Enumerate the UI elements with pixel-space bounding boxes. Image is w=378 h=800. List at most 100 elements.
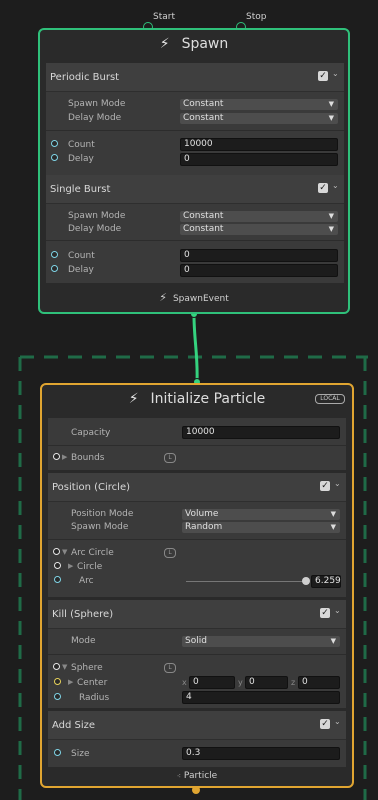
add-size-block: Add Size ✓ ⌄ Size 0.3 (48, 711, 346, 767)
size-label: Size (71, 749, 90, 759)
single-count-label: Count (68, 251, 95, 261)
sphere-label: Sphere (71, 663, 103, 673)
init-title: Initialize Particle (150, 391, 266, 407)
dropdown-value: Constant (183, 99, 224, 109)
periodic-delay-mode-dropdown[interactable]: Constant ▼ (180, 113, 338, 124)
spawn-stop-label: Stop (246, 12, 267, 22)
delay-input-port[interactable] (51, 154, 58, 161)
center-y-field[interactable]: 0 (245, 676, 288, 689)
dropdown-value: Constant (183, 113, 224, 123)
local-space-icon[interactable]: L (164, 663, 176, 673)
init-title-row: ⚡ Initialize Particle (42, 391, 352, 407)
radius-field[interactable]: 4 (182, 691, 340, 704)
divider (48, 445, 346, 446)
periodic-count-label: Count (68, 140, 95, 150)
add-size-enable-checkbox[interactable]: ✓ (320, 719, 330, 729)
arc-circle-input-port[interactable] (53, 548, 60, 555)
local-space-icon[interactable]: L (164, 453, 176, 463)
periodic-burst-title: Periodic Burst (50, 72, 120, 83)
single-spawn-mode-label: Spawn Mode (68, 211, 126, 221)
bolt-icon: ⚡ (128, 391, 139, 407)
collapse-arrow-icon[interactable]: ▼ (62, 663, 67, 671)
divider (46, 240, 344, 241)
periodic-burst-enable-checkbox[interactable]: ✓ (318, 71, 328, 81)
capacity-label: Capacity (71, 428, 111, 438)
chevron-down-icon[interactable]: ⌄ (334, 606, 341, 615)
arc-circle-label: Arc Circle (71, 548, 114, 558)
single-burst-header[interactable]: Single Burst ✓ ⌄ (46, 175, 344, 204)
single-delay-mode-dropdown[interactable]: Constant ▼ (180, 224, 338, 235)
count-input-port[interactable] (51, 140, 58, 147)
periodic-spawn-mode-dropdown[interactable]: Constant ▼ (180, 99, 338, 110)
center-z-field[interactable]: 0 (298, 676, 340, 689)
bolt-icon: ⚡ (159, 291, 167, 304)
spawn-title-row: ⚡ Spawn (40, 36, 348, 52)
position-mode-dropdown[interactable]: Volume ▼ (182, 509, 340, 520)
single-count-field[interactable]: 0 (180, 249, 338, 262)
bounds-input-port[interactable] (53, 453, 60, 460)
periodic-spawn-mode-label: Spawn Mode (68, 99, 126, 109)
kill-sphere-header[interactable]: Kill (Sphere) ✓ ⌄ (48, 600, 346, 629)
spawn-title: Spawn (181, 36, 229, 52)
expand-arrow-icon[interactable]: ▶ (62, 453, 67, 461)
local-space-icon[interactable]: L (164, 548, 176, 558)
position-spawn-mode-dropdown[interactable]: Random ▼ (182, 522, 340, 533)
kill-mode-dropdown[interactable]: Solid ▼ (182, 636, 340, 647)
position-circle-header[interactable]: Position (Circle) ✓ ⌄ (48, 473, 346, 502)
capacity-field[interactable]: 10000 (182, 426, 340, 439)
single-burst-title: Single Burst (50, 184, 111, 195)
center-x-field[interactable]: 0 (189, 676, 235, 689)
dropdown-value: Constant (183, 224, 224, 234)
chevron-down-icon[interactable]: ⌄ (332, 181, 339, 190)
chevron-down-icon[interactable]: ⌄ (332, 69, 339, 78)
single-delay-field[interactable]: 0 (180, 264, 338, 277)
arc-value-field[interactable]: 6.259 (311, 575, 341, 588)
kill-mode-label: Mode (71, 636, 96, 646)
add-size-header[interactable]: Add Size ✓ ⌄ (48, 711, 346, 740)
circle-input-port[interactable] (54, 562, 61, 569)
dropdown-arrow-icon: ▼ (330, 637, 336, 645)
spawn-node[interactable]: ⚡ Spawn Periodic Burst ✓ ⌄ Spawn Mode Con… (38, 28, 350, 314)
sphere-input-port[interactable] (53, 663, 60, 670)
size-input-port[interactable] (54, 749, 61, 756)
center-input-port[interactable] (54, 678, 61, 685)
circle-label: Circle (77, 562, 103, 572)
dropdown-value: Random (185, 522, 223, 532)
single-delay-mode-label: Delay Mode (68, 224, 122, 234)
kill-sphere-title: Kill (Sphere) (52, 609, 114, 620)
count-input-port[interactable] (51, 251, 58, 258)
dropdown-arrow-icon: ▼ (328, 212, 334, 220)
single-burst-enable-checkbox[interactable]: ✓ (318, 183, 328, 193)
periodic-count-field[interactable]: 10000 (180, 138, 338, 151)
divider (46, 130, 344, 131)
position-enable-checkbox[interactable]: ✓ (320, 481, 330, 491)
dropdown-arrow-icon: ▼ (328, 100, 334, 108)
periodic-burst-header[interactable]: Periodic Burst ✓ ⌄ (46, 63, 344, 92)
periodic-delay-mode-label: Delay Mode (68, 113, 122, 123)
bolt-icon: ⚡ (159, 36, 170, 52)
arc-slider-thumb[interactable] (301, 577, 310, 585)
expand-arrow-icon[interactable]: ▶ (68, 678, 73, 686)
size-field[interactable]: 0.3 (182, 747, 340, 760)
arc-slider-track[interactable] (186, 581, 306, 582)
arc-input-port[interactable] (54, 576, 61, 583)
kill-enable-checkbox[interactable]: ✓ (320, 608, 330, 618)
init-settings-block: Capacity 10000 ▶ Bounds L (48, 418, 346, 470)
radius-label: Radius (79, 693, 110, 703)
expand-arrow-icon[interactable]: ▶ (68, 562, 73, 570)
single-spawn-mode-dropdown[interactable]: Constant ▼ (180, 211, 338, 222)
delay-input-port[interactable] (51, 265, 58, 272)
periodic-delay-field[interactable]: 0 (180, 153, 338, 166)
chevron-down-icon[interactable]: ⌄ (334, 717, 341, 726)
local-space-badge[interactable]: LOCAL (315, 394, 345, 404)
particle-output-icon: ⁖ (176, 772, 181, 780)
radius-input-port[interactable] (54, 693, 61, 700)
chevron-down-icon[interactable]: ⌄ (334, 479, 341, 488)
bounds-label: Bounds (71, 453, 105, 463)
initialize-particle-node[interactable]: ⚡ Initialize Particle LOCAL Capacity 1000… (40, 383, 354, 788)
center-x-label: x (182, 678, 187, 687)
collapse-arrow-icon[interactable]: ▼ (62, 548, 67, 556)
position-spawn-mode-label: Spawn Mode (71, 522, 129, 532)
position-circle-title: Position (Circle) (52, 482, 130, 493)
center-z-label: z (291, 678, 296, 687)
